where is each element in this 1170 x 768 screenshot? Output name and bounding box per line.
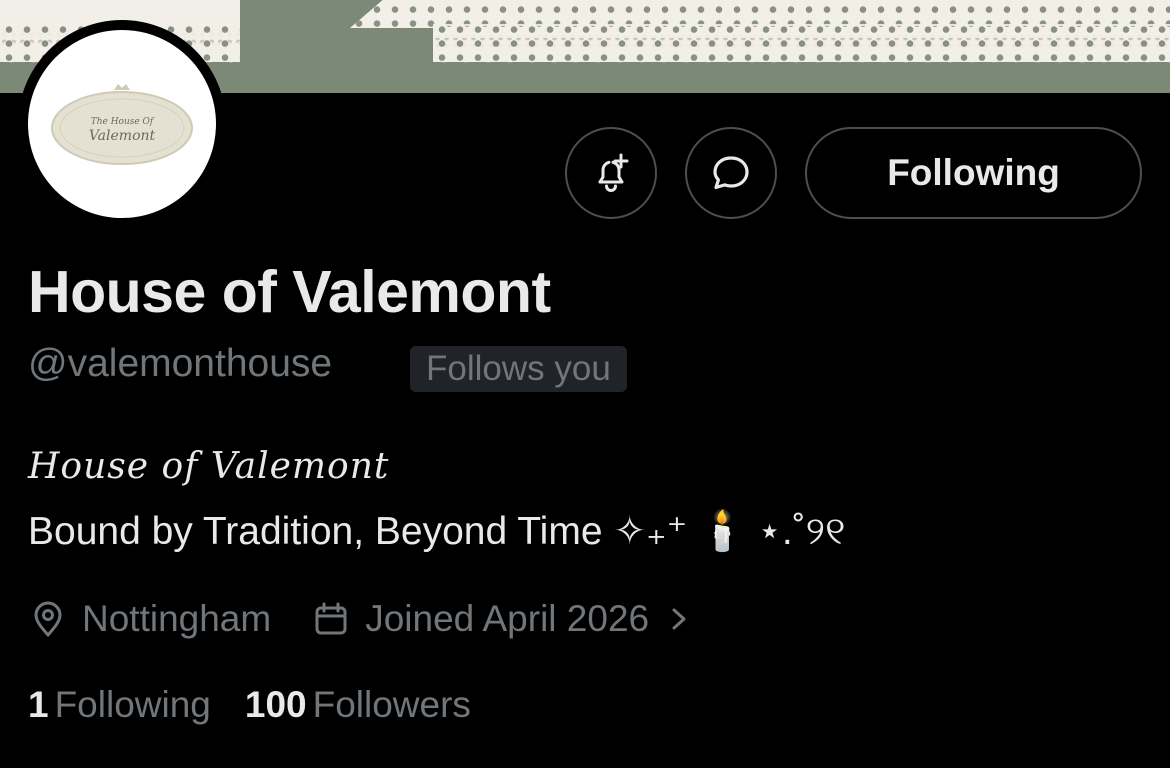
svg-text:The House Of: The House Of (91, 117, 155, 127)
chevron-right-icon (672, 608, 686, 630)
follow-stats: 1 Following 100 Followers (28, 680, 471, 730)
valemont-logo: The House Of Valemont (51, 84, 193, 165)
following-label: Following (54, 684, 211, 725)
profile-meta: Nottingham Joined April 2026 (28, 594, 691, 644)
following-button[interactable]: Following (805, 127, 1142, 219)
bell-plus-icon (598, 153, 629, 192)
followers-stat[interactable]: 100 Followers (245, 684, 471, 726)
avatar-image: The House Of Valemont (28, 30, 216, 218)
bio-title: House of Valemont (28, 446, 390, 487)
lace-trim-right (433, 24, 1170, 72)
following-stat[interactable]: 1 Following (28, 684, 211, 726)
location: Nottingham (28, 598, 271, 640)
user-handle: @valemonthouse (28, 342, 333, 385)
profile-avatar[interactable]: The House Of Valemont (18, 20, 226, 228)
joined-text: Joined April 2026 (365, 598, 650, 639)
message-button[interactable] (685, 127, 777, 219)
joined-date[interactable]: Joined April 2026 (311, 598, 691, 640)
bio-text: Bound by Tradition, Beyond Time ✧₊⁺ 🕯️ ⋆… (28, 510, 846, 553)
following-count: 1 (28, 684, 49, 725)
svg-text:Valemont: Valemont (89, 128, 156, 144)
followers-label: Followers (312, 684, 471, 725)
notifications-button[interactable] (565, 127, 657, 219)
lace-pattern (433, 34, 1170, 50)
followers-count: 100 (244, 684, 307, 725)
location-pin-icon (34, 601, 62, 637)
calendar-icon (315, 602, 347, 635)
location-text: Nottingham (82, 598, 272, 639)
chat-bubble-icon (713, 156, 749, 190)
lace-scallop (433, 52, 1170, 72)
display-name: House of Valemont (28, 259, 551, 325)
follows-you-badge: Follows you (410, 346, 627, 392)
